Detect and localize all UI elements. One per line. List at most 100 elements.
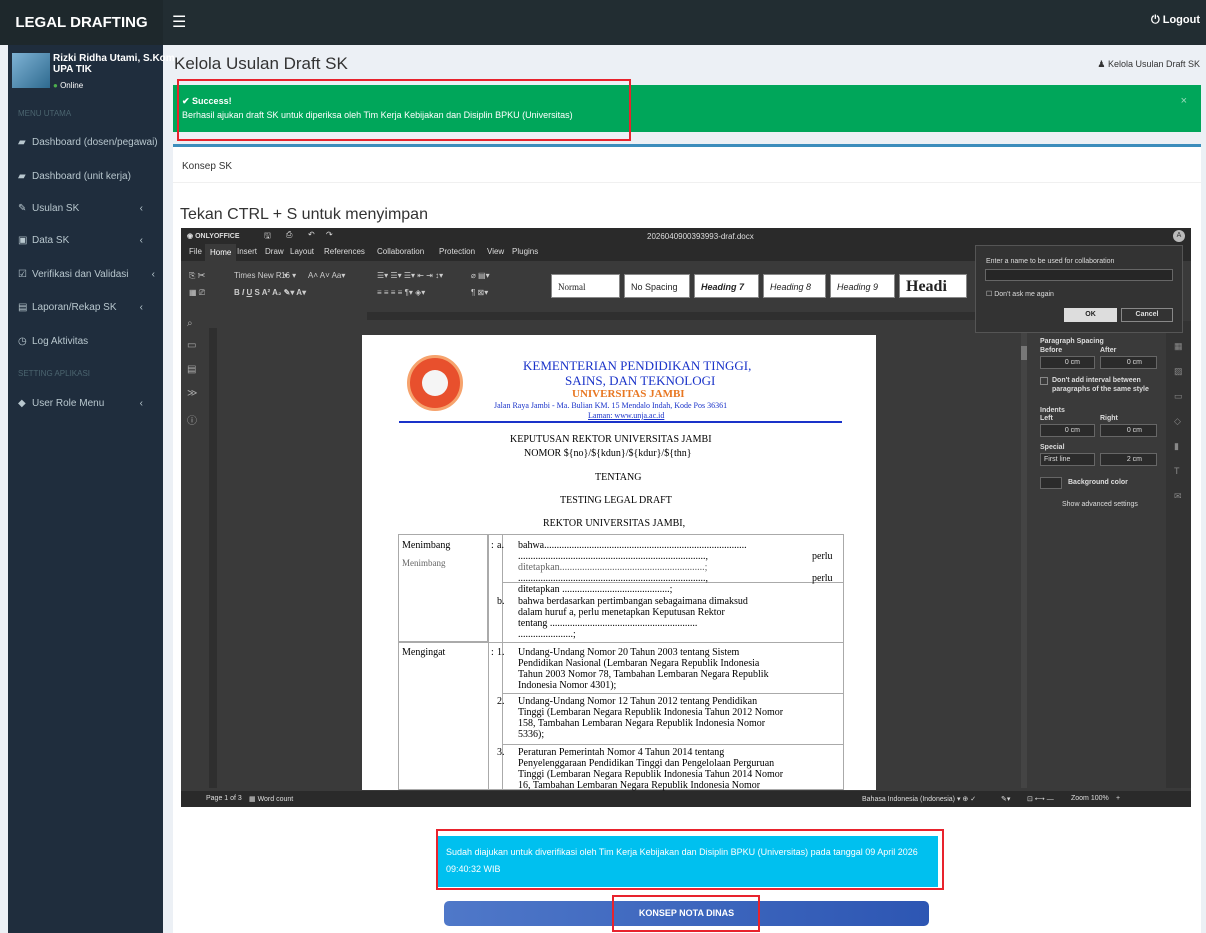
dont-add-interval-checkbox[interactable] bbox=[1040, 377, 1048, 385]
style-heading-9[interactable]: Heading 9 bbox=[830, 274, 895, 298]
font-grow-icon[interactable]: A˄ A˅ Aa▾ bbox=[308, 271, 345, 280]
word-count-icon: ▦ bbox=[249, 796, 258, 803]
track-changes-icon[interactable]: ✎▾ bbox=[1001, 795, 1010, 803]
clear-style-icon[interactable]: ⌀ ▤▾ bbox=[471, 271, 490, 280]
shape-icon[interactable]: ◇ bbox=[1174, 416, 1181, 427]
copy-icon[interactable]: ⎘ ✂ bbox=[189, 271, 205, 281]
mail-merge-icon[interactable]: ✉ bbox=[1174, 491, 1182, 502]
app-brand[interactable]: LEGAL DRAFTING bbox=[0, 0, 163, 45]
tab-file[interactable]: File bbox=[189, 247, 202, 256]
document-page[interactable]: KEMENTERIAN PENDIDIKAN TINGGI, SAINS, DA… bbox=[362, 335, 876, 791]
style-heading-8[interactable]: Heading 8 bbox=[763, 274, 826, 298]
sidebar-item-dashboard-pegawai[interactable]: ▰ Dashboard (dosen/pegawai) bbox=[8, 133, 163, 153]
tab-draw[interactable]: Draw bbox=[265, 247, 284, 256]
sidebar-item-data-sk[interactable]: ▣ Data SK ‹ bbox=[8, 231, 163, 251]
paragraph-mark-icon[interactable]: ¶ ⊠▾ bbox=[471, 288, 488, 297]
list-icons[interactable]: ☰▾ ☰▾ ☰▾ ⇤ ⇥ ↕▾ bbox=[377, 271, 443, 280]
editor-logo-text: ONLYOFFICE bbox=[195, 233, 240, 240]
zoom-in-icon[interactable]: + bbox=[1116, 795, 1120, 802]
special-select[interactable]: First line bbox=[1040, 453, 1095, 466]
clock-icon: ◷ bbox=[18, 336, 27, 347]
horizontal-ruler[interactable] bbox=[367, 312, 1017, 320]
before-input[interactable]: 0 cm bbox=[1040, 356, 1095, 369]
tab-view[interactable]: View bbox=[487, 247, 504, 256]
checkbox-icon: ☐ bbox=[986, 291, 995, 298]
save-hint: Tekan CTRL + S untuk menyimpan bbox=[180, 206, 428, 223]
user-status: ● Online bbox=[53, 81, 83, 90]
sidebar-item-user-role[interactable]: ◆ User Role Menu ‹ bbox=[8, 394, 163, 414]
indent-left-input[interactable]: 0 cm bbox=[1040, 424, 1095, 437]
style-heading-7[interactable]: Heading 7 bbox=[694, 274, 759, 298]
avatar[interactable]: A bbox=[1173, 230, 1185, 242]
scrollbar-thumb[interactable] bbox=[1021, 346, 1027, 360]
special-amount-input[interactable]: 2 cm bbox=[1100, 453, 1157, 466]
page-indicator[interactable]: Page 1 of 3 bbox=[206, 795, 242, 802]
save-icon[interactable]: 🖫 bbox=[264, 230, 271, 244]
cancel-button[interactable]: Cancel bbox=[1121, 308, 1173, 322]
tab-insert[interactable]: Insert bbox=[237, 247, 257, 256]
print-icon[interactable]: ⎙ bbox=[286, 230, 292, 240]
navigation-icon[interactable]: ▤ bbox=[187, 364, 196, 375]
headings-icon[interactable]: ≫ bbox=[187, 388, 197, 399]
background-color-swatch[interactable] bbox=[1040, 477, 1062, 489]
tab-plugins[interactable]: Plugins bbox=[512, 247, 538, 256]
after-input[interactable]: 0 cm bbox=[1100, 356, 1157, 369]
sidebar-item-dashboard-unit[interactable]: ▰ Dashboard (unit kerja) bbox=[8, 167, 163, 187]
advanced-settings-link[interactable]: Show advanced settings bbox=[1062, 501, 1138, 508]
tab-layout[interactable]: Layout bbox=[290, 247, 314, 256]
style-no-spacing[interactable]: No Spacing bbox=[624, 274, 690, 298]
a-line-1: bahwa...................................… bbox=[518, 540, 747, 551]
comment-icon[interactable]: ▭ bbox=[187, 340, 196, 351]
dont-ask-checkbox[interactable]: ☐ Don't ask me again bbox=[986, 290, 1054, 298]
user-panel: Rizki Ridha Utami, S.Kom. UPA TIK ● Onli… bbox=[8, 45, 177, 95]
tab-protection[interactable]: Protection bbox=[439, 247, 475, 256]
undo-icon[interactable]: ↶ bbox=[308, 230, 315, 239]
zoom-level[interactable]: Zoom 100% bbox=[1071, 795, 1109, 802]
tab-home[interactable]: Home bbox=[205, 244, 237, 261]
font-size-select[interactable]: 16 ▾ bbox=[281, 271, 296, 280]
background-color-label: Background color bbox=[1068, 479, 1128, 486]
fit-page-icon[interactable]: ⊡ ⟷ — bbox=[1027, 795, 1054, 803]
sidebar-item-log[interactable]: ◷ Log Aktivitas bbox=[8, 332, 163, 352]
ok-button[interactable]: OK bbox=[1064, 308, 1117, 322]
text-art-icon[interactable]: T bbox=[1174, 466, 1180, 476]
redo-icon[interactable]: ↷ bbox=[326, 230, 333, 239]
info-icon[interactable]: ⓘ bbox=[187, 412, 197, 427]
close-icon[interactable]: × bbox=[1181, 95, 1187, 107]
avatar bbox=[12, 53, 50, 88]
format-icons[interactable]: B I U S A² A₂ ✎▾ A▾ bbox=[234, 288, 306, 297]
breadcrumb[interactable]: ♟ Kelola Usulan Draft SK bbox=[1097, 59, 1200, 70]
tab-references[interactable]: References bbox=[324, 247, 365, 256]
sidebar-item-label: Data SK bbox=[32, 235, 70, 246]
chart-icon[interactable]: ▮ bbox=[1174, 441, 1179, 452]
indent-right-input[interactable]: 0 cm bbox=[1100, 424, 1157, 437]
document-editor[interactable]: ◉ ONLYOFFICE 🖫 ⎙ ↶ ↷ 2026040900393993-dr… bbox=[181, 228, 1191, 807]
dont-add-interval-label: Don't add interval between paragraphs of… bbox=[1052, 377, 1149, 393]
header-footer-icon[interactable]: ▭ bbox=[1174, 391, 1183, 402]
status-label: Online bbox=[60, 81, 84, 90]
word-count-button[interactable]: ▦ Word count bbox=[249, 795, 293, 803]
table-icon[interactable]: ▦ bbox=[1174, 341, 1183, 352]
sidebar-item-laporan[interactable]: ▤ Laporan/Rekap SK ‹ bbox=[8, 298, 163, 318]
paragraph-spacing-label: Paragraph Spacing bbox=[1040, 338, 1104, 345]
sidebar-item-verifikasi[interactable]: ☑ Verifikasi dan Validasi ‹ bbox=[8, 265, 163, 285]
style-normal[interactable]: Normal bbox=[551, 274, 620, 298]
m3-line-4: 16, Tambahan Lembaran Negara Republik In… bbox=[518, 780, 761, 791]
logout-button[interactable]: ⏻ Logout bbox=[1151, 14, 1200, 27]
vertical-ruler[interactable] bbox=[209, 328, 217, 788]
paste-icon[interactable]: ▦ ⎚ bbox=[189, 288, 205, 298]
sidebar-item-label: Laporan/Rekap SK bbox=[32, 302, 117, 313]
vertical-scrollbar[interactable] bbox=[1021, 328, 1027, 788]
sidebar-toggle-icon[interactable]: ☰ bbox=[172, 12, 186, 32]
image-icon[interactable]: ▨ bbox=[1174, 366, 1183, 377]
collaboration-name-input[interactable] bbox=[985, 269, 1173, 281]
align-icons[interactable]: ≡ ≡ ≡ ≡ ¶▾ ◈▾ bbox=[377, 288, 425, 297]
style-heading[interactable]: Headi bbox=[899, 274, 967, 298]
tab-collaboration[interactable]: Collaboration bbox=[377, 247, 424, 256]
kop-address: Jalan Raya Jambi - Ma. Bulian KM. 15 Men… bbox=[494, 401, 728, 410]
search-icon[interactable]: ⌕ bbox=[187, 318, 193, 329]
language-select[interactable]: Bahasa Indonesia (Indonesia) ▾ ⊕ ✓ bbox=[862, 795, 976, 803]
font-name-select[interactable]: Times New R ▾ bbox=[234, 271, 288, 280]
logo-emblem bbox=[422, 370, 448, 396]
sidebar-item-usulan-sk[interactable]: ✎ Usulan SK ‹ bbox=[8, 199, 163, 219]
